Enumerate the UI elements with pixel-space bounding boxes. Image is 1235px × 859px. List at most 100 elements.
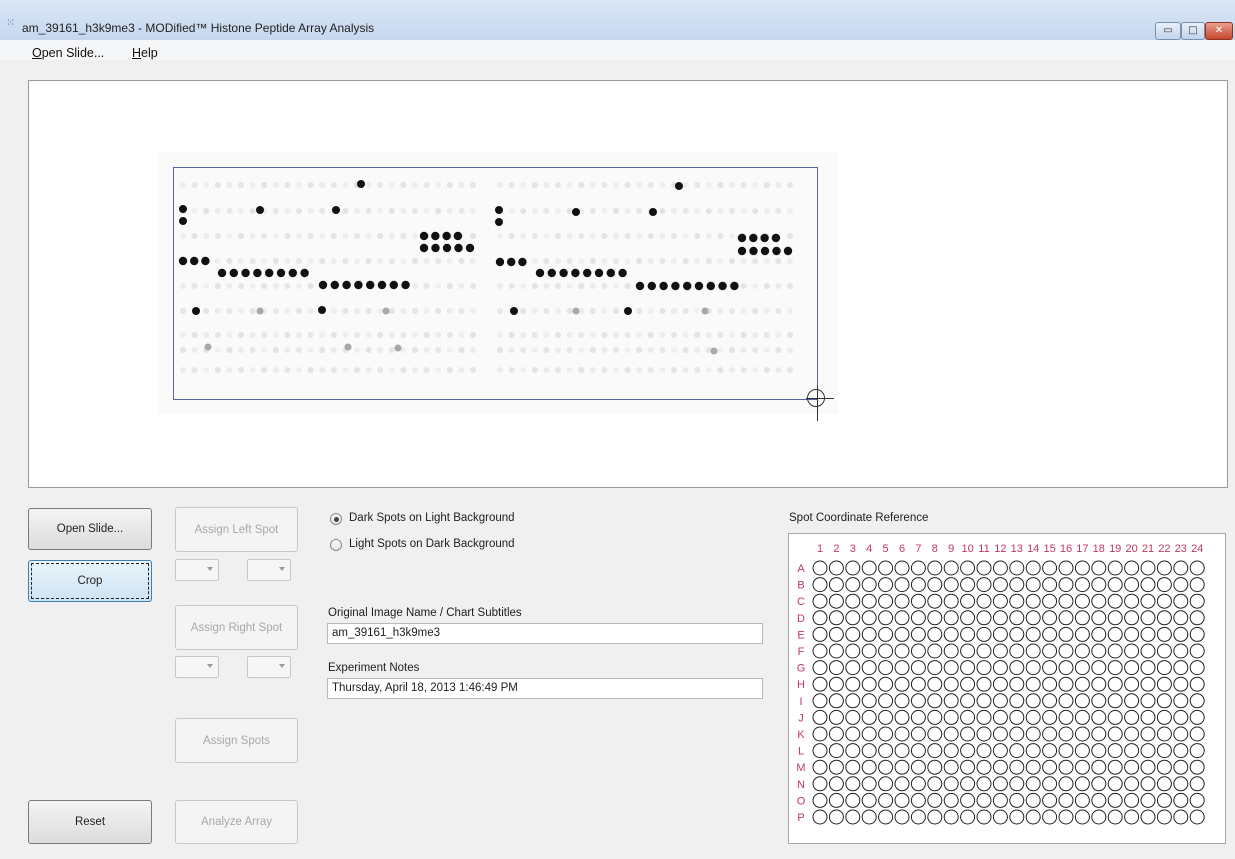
reference-spot xyxy=(828,593,844,609)
reference-spot xyxy=(878,660,894,676)
analyze-array-button[interactable]: Analyze Array xyxy=(175,800,298,844)
assign-left-spot-button[interactable]: Assign Left Spot xyxy=(175,507,298,552)
light-spots-label[interactable]: Light Spots on Dark Background xyxy=(349,538,515,550)
reference-spot xyxy=(943,676,959,692)
reference-spot xyxy=(1058,759,1074,775)
reference-spot xyxy=(1091,743,1107,759)
reference-spot xyxy=(812,676,828,692)
column-label: 24 xyxy=(1191,543,1203,555)
reference-spot xyxy=(960,792,976,808)
reference-spot xyxy=(812,660,828,676)
reference-spot xyxy=(1091,593,1107,609)
reference-spot xyxy=(960,643,976,659)
reference-spot xyxy=(1124,593,1140,609)
reference-spot xyxy=(845,593,861,609)
reference-spot xyxy=(1042,743,1058,759)
reference-spot xyxy=(1189,693,1205,709)
reference-spot xyxy=(894,577,910,593)
reference-spot xyxy=(1058,743,1074,759)
reference-spot xyxy=(1107,626,1123,642)
reset-button[interactable]: Reset xyxy=(28,800,152,844)
reference-spot xyxy=(828,643,844,659)
reference-spot xyxy=(1156,560,1172,576)
column-label: 17 xyxy=(1076,543,1088,555)
row-label: J xyxy=(798,712,804,724)
reference-spot xyxy=(927,792,943,808)
reference-spot xyxy=(960,660,976,676)
reference-spot xyxy=(828,726,844,742)
reference-spot xyxy=(828,676,844,692)
reference-spot xyxy=(861,726,877,742)
reference-spot xyxy=(861,809,877,825)
reference-spot xyxy=(812,792,828,808)
reference-spot xyxy=(894,726,910,742)
reference-spot xyxy=(1025,610,1041,626)
crop-button[interactable]: Crop xyxy=(28,560,152,602)
reference-spot xyxy=(1074,809,1090,825)
light-spots-radio[interactable] xyxy=(330,539,342,551)
left-row-select[interactable] xyxy=(175,559,219,581)
reference-spot xyxy=(1091,776,1107,792)
chevron-down-icon xyxy=(207,567,213,571)
reference-spot xyxy=(992,709,1008,725)
reference-spot xyxy=(1189,577,1205,593)
reference-spot xyxy=(1058,626,1074,642)
reference-spot xyxy=(976,560,992,576)
reference-spot xyxy=(976,676,992,692)
reference-spot xyxy=(894,660,910,676)
reference-spot xyxy=(1124,693,1140,709)
reference-spot xyxy=(1124,676,1140,692)
left-col-select[interactable] xyxy=(247,559,291,581)
column-label: 18 xyxy=(1093,543,1105,555)
reference-spot xyxy=(1156,676,1172,692)
reference-spot xyxy=(1124,809,1140,825)
reference-spot xyxy=(910,560,926,576)
reference-spot xyxy=(812,743,828,759)
reference-spot xyxy=(812,693,828,709)
reference-spot xyxy=(1009,593,1025,609)
open-slide-button[interactable]: Open Slide... xyxy=(28,508,152,550)
right-col-select[interactable] xyxy=(247,656,291,678)
reference-spot xyxy=(1091,660,1107,676)
reference-spot xyxy=(1091,792,1107,808)
reference-spot xyxy=(878,693,894,709)
column-label: 3 xyxy=(850,543,856,555)
assign-spots-button[interactable]: Assign Spots xyxy=(175,718,298,763)
reference-spot xyxy=(1173,743,1189,759)
reference-spot xyxy=(927,577,943,593)
reference-spot xyxy=(910,759,926,775)
reference-spot xyxy=(1058,660,1074,676)
reference-spot xyxy=(1124,759,1140,775)
experiment-notes-field[interactable]: Thursday, April 18, 2013 1:46:49 PM xyxy=(327,678,763,699)
reference-spot xyxy=(960,709,976,725)
reference-spot xyxy=(1140,809,1156,825)
reference-spot xyxy=(1156,709,1172,725)
row-label: C xyxy=(797,596,805,608)
reference-spot xyxy=(1107,693,1123,709)
reference-spot xyxy=(960,593,976,609)
image-name-field[interactable]: am_39161_h3k9me3 xyxy=(327,623,763,644)
reference-spot xyxy=(1009,809,1025,825)
assign-right-spot-button[interactable]: Assign Right Spot xyxy=(175,605,298,650)
reference-spot xyxy=(1025,809,1041,825)
reference-spot xyxy=(828,610,844,626)
reference-spot xyxy=(1042,709,1058,725)
right-row-select[interactable] xyxy=(175,656,219,678)
reference-spot xyxy=(943,792,959,808)
reference-spot xyxy=(1124,660,1140,676)
reference-spot xyxy=(1025,560,1041,576)
reference-spot xyxy=(878,676,894,692)
reference-spot xyxy=(812,577,828,593)
reference-spot xyxy=(1074,726,1090,742)
reference-spot xyxy=(992,792,1008,808)
reference-spot xyxy=(992,560,1008,576)
dark-spots-label[interactable]: Dark Spots on Light Background xyxy=(349,512,515,524)
reference-spot xyxy=(976,792,992,808)
crop-rectangle[interactable] xyxy=(173,167,818,400)
reference-spot xyxy=(894,709,910,725)
reference-spot xyxy=(1189,593,1205,609)
reference-spot xyxy=(1009,660,1025,676)
reference-spot xyxy=(1058,643,1074,659)
dark-spots-radio[interactable] xyxy=(330,513,342,525)
reference-spot xyxy=(1042,626,1058,642)
